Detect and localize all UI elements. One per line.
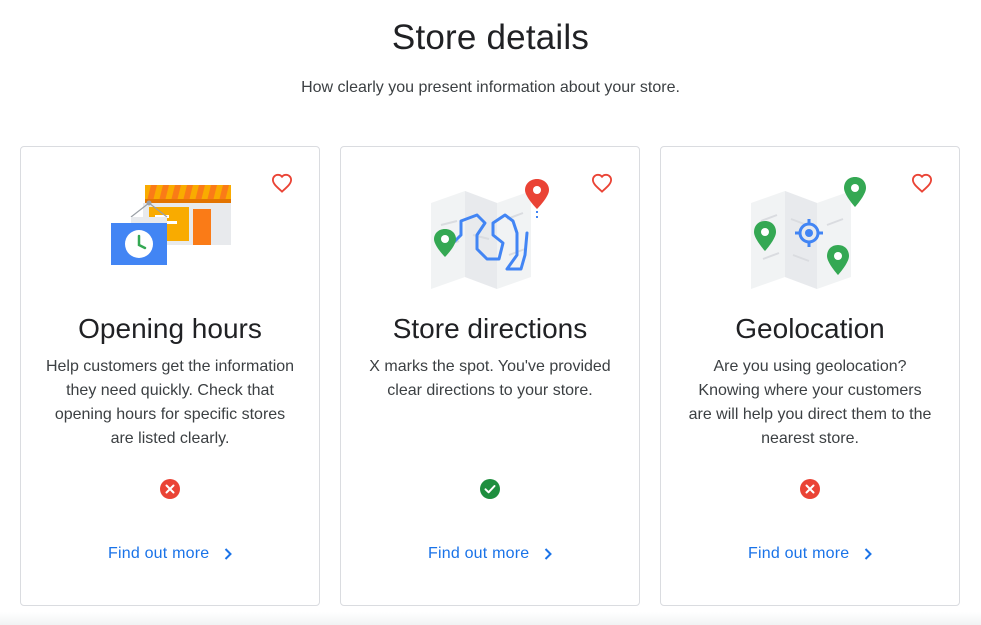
card-description: Help customers get the information they … <box>45 358 295 447</box>
close-circle-icon <box>800 479 820 499</box>
card-title: Geolocation <box>735 313 885 344</box>
find-out-more-link[interactable]: Find out more <box>21 545 319 563</box>
card-description: Are you using geolocation? Knowing where… <box>688 358 932 447</box>
chevron-right-icon <box>224 548 232 560</box>
page-subtitle: How clearly you present information abou… <box>301 79 680 96</box>
card-opening-hours: Opening hours Help customers get the inf… <box>20 146 320 606</box>
bottom-fade <box>0 612 981 625</box>
geolocation-map-illustration <box>751 177 866 289</box>
store-clock-illustration <box>111 185 231 265</box>
card-description: X marks the spot. You've provided clear … <box>369 358 611 399</box>
find-out-more-link[interactable]: Find out more <box>661 545 959 563</box>
chevron-right-icon <box>864 548 872 560</box>
store-details-page: Store details How clearly you present in… <box>0 0 981 625</box>
link-label: Find out more <box>748 545 850 562</box>
close-circle-icon <box>160 479 180 499</box>
chevron-right-icon <box>544 548 552 560</box>
heart-outline-icon[interactable] <box>911 173 933 193</box>
heart-outline-icon[interactable] <box>591 173 613 193</box>
link-label: Find out more <box>428 545 530 562</box>
find-out-more-link[interactable]: Find out more <box>341 545 639 563</box>
card-geolocation: Geolocation Are you using geolocation? K… <box>660 146 960 606</box>
card-title: Opening hours <box>78 313 262 344</box>
directions-map-illustration <box>431 179 549 289</box>
card-store-directions: Store directions X marks the spot. You'v… <box>340 146 640 606</box>
card-title: Store directions <box>392 313 588 344</box>
link-label: Find out more <box>108 545 210 562</box>
check-circle-icon <box>480 479 500 499</box>
heart-outline-icon[interactable] <box>271 173 293 193</box>
page-title: Store details <box>391 18 590 57</box>
